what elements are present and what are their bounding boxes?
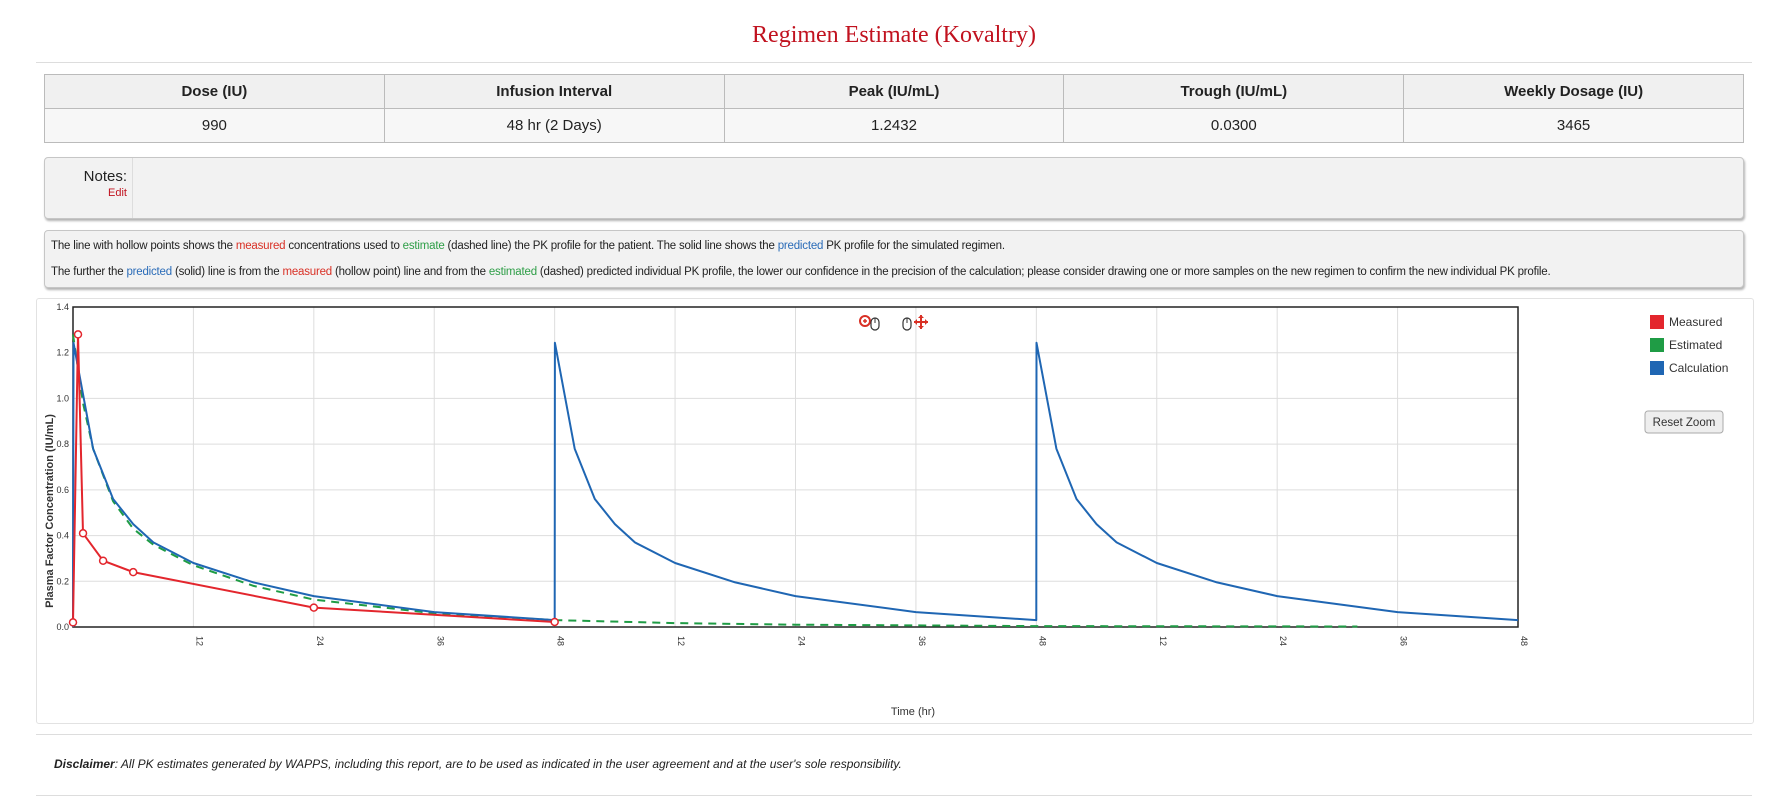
regimen-estimate-page: Regimen Estimate (Kovaltry) Dose (IU) In…: [0, 0, 1792, 800]
dose-value: 990: [44, 108, 385, 143]
peak-header: Peak (IU/mL): [723, 74, 1065, 109]
y-axis-ticks: 0.0 0.2 0.4 0.6 0.8 1.0 1.2 1.4: [56, 302, 69, 632]
y-tick-label: 0.0: [56, 622, 69, 632]
y-tick-label: 0.4: [56, 531, 69, 541]
info-text: concentrations used to: [285, 240, 403, 252]
chart-legend: Measured Estimated Calculation: [1650, 315, 1728, 375]
peak-value: 1.2432: [723, 108, 1065, 143]
x-tick-label: 24: [1278, 636, 1288, 646]
notes-panel: Notes: Edit: [44, 157, 1744, 219]
pk-profile-chart[interactable]: 0.0 0.2 0.4 0.6 0.8 1.0 1.2 1.4 12 24 36 48 12 24 36 4…: [36, 298, 1754, 724]
regimen-summary-table: Dose (IU) Infusion Interval Peak (IU/mL)…: [44, 74, 1744, 143]
legend-label-calculation: Calculation: [1669, 361, 1728, 375]
chart-series: [68, 330, 1519, 628]
x-tick-label: 36: [917, 636, 927, 646]
measured-point[interactable]: [68, 618, 78, 627]
x-tick-label: 36: [435, 636, 445, 646]
info-line-1: The line with hollow points shows the me…: [51, 240, 1005, 252]
x-tick-label: 12: [676, 636, 686, 646]
reset-zoom-button[interactable]: Reset Zoom: [1644, 410, 1724, 434]
x-tick-label: 48: [556, 636, 566, 646]
legend-label-estimated: Estimated: [1669, 338, 1722, 352]
measured-point[interactable]: [128, 567, 138, 577]
summary-header-row: Dose (IU) Infusion Interval Peak (IU/mL)…: [44, 74, 1744, 109]
weekly-dosage-value: 3465: [1403, 108, 1744, 143]
legend-label-measured: Measured: [1669, 315, 1722, 329]
measured-point[interactable]: [309, 603, 319, 612]
title-bar: Regimen Estimate (Kovaltry): [36, 8, 1752, 63]
reset-zoom-label: Reset Zoom: [1653, 417, 1716, 429]
y-tick-label: 1.0: [56, 393, 69, 403]
info-text: (hollow point) line and from the: [331, 266, 489, 278]
x-tick-label: 24: [797, 636, 807, 646]
chart-grid: [73, 306, 1519, 628]
info-line-2: The further the predicted (solid) line i…: [51, 266, 1551, 278]
x-axis-label: Time (hr): [891, 706, 935, 718]
info-estimated-term: estimated: [488, 266, 537, 278]
y-tick-label: 1.2: [56, 348, 69, 358]
info-text: The line with hollow points shows the: [51, 240, 236, 252]
measured-point[interactable]: [78, 529, 88, 538]
notes-label: Notes:: [83, 168, 127, 185]
x-tick-label: 24: [315, 636, 325, 646]
infusion-interval-header: Infusion Interval: [383, 74, 725, 109]
trough-header: Trough (IU/mL): [1063, 74, 1405, 109]
disclaimer: Disclaimer: All PK estimates generated b…: [36, 734, 1752, 796]
legend-item-measured[interactable]: Measured: [1650, 315, 1722, 329]
x-tick-label: 48: [1519, 636, 1529, 646]
summary-value-row: 990 48 hr (2 Days) 1.2432 0.0300 3465: [44, 108, 1744, 143]
series-estimated-line: [72, 334, 1358, 628]
info-predicted-term: predicted: [777, 240, 824, 252]
info-text: The further the: [51, 266, 127, 278]
x-axis-ticks: 12 24 36 48 12 24 36 48 12 24 36 48: [194, 636, 1529, 646]
chart-svg: 0.0 0.2 0.4 0.6 0.8 1.0 1.2 1.4 12 24 36 48 12 24 36 4…: [44, 302, 1728, 718]
measured-point[interactable]: [98, 556, 108, 565]
notes-edit-link[interactable]: Edit: [45, 187, 127, 199]
legend-item-estimated[interactable]: Estimated: [1650, 338, 1722, 352]
disclaimer-label: Disclaimer: [54, 757, 115, 771]
x-tick-label: 12: [194, 636, 204, 646]
info-text: PK profile for the simulated regimen.: [823, 240, 1005, 252]
notes-label-cell: Notes: Edit: [45, 158, 133, 218]
legend-item-calculation[interactable]: Calculation: [1650, 361, 1728, 375]
disclaimer-text: : All PK estimates generated by WAPPS, i…: [114, 757, 902, 771]
dose-header: Dose (IU): [44, 74, 385, 109]
info-predicted-term: predicted: [126, 266, 172, 278]
legend-swatch-estimated: [1650, 338, 1664, 352]
x-tick-label: 12: [1158, 636, 1168, 646]
y-tick-label: 1.4: [56, 302, 69, 312]
info-panel: The line with hollow points shows the me…: [44, 230, 1744, 288]
zoom-select-icon[interactable]: [859, 315, 880, 331]
legend-swatch-calculation: [1650, 361, 1664, 375]
infusion-interval-value: 48 hr (2 Days): [383, 108, 725, 143]
y-axis-label: Plasma Factor Concentration (IU/mL): [44, 414, 56, 608]
trough-value: 0.0300: [1063, 108, 1405, 143]
info-text: (dashed line) the PK profile for the pat…: [444, 240, 778, 252]
measured-point[interactable]: [73, 330, 83, 339]
legend-swatch-measured: [1650, 315, 1664, 329]
page-title: Regimen Estimate (Kovaltry): [752, 22, 1036, 48]
measured-point[interactable]: [550, 617, 559, 627]
y-tick-label: 0.6: [56, 485, 69, 495]
y-tick-label: 0.8: [56, 439, 69, 449]
info-text: (solid) line is from the: [171, 266, 283, 278]
info-estimate-term: estimate: [402, 240, 445, 252]
info-measured-term: measured: [235, 240, 286, 252]
disclaimer-line: Disclaimer: All PK estimates generated b…: [54, 757, 902, 771]
x-tick-label: 48: [1037, 636, 1047, 646]
x-tick-label: 36: [1399, 636, 1409, 646]
info-measured-term: measured: [282, 266, 332, 278]
weekly-dosage-header: Weekly Dosage (IU): [1403, 74, 1744, 109]
y-tick-label: 0.2: [56, 576, 69, 586]
info-text: (dashed) predicted individual PK profile…: [536, 266, 1551, 278]
